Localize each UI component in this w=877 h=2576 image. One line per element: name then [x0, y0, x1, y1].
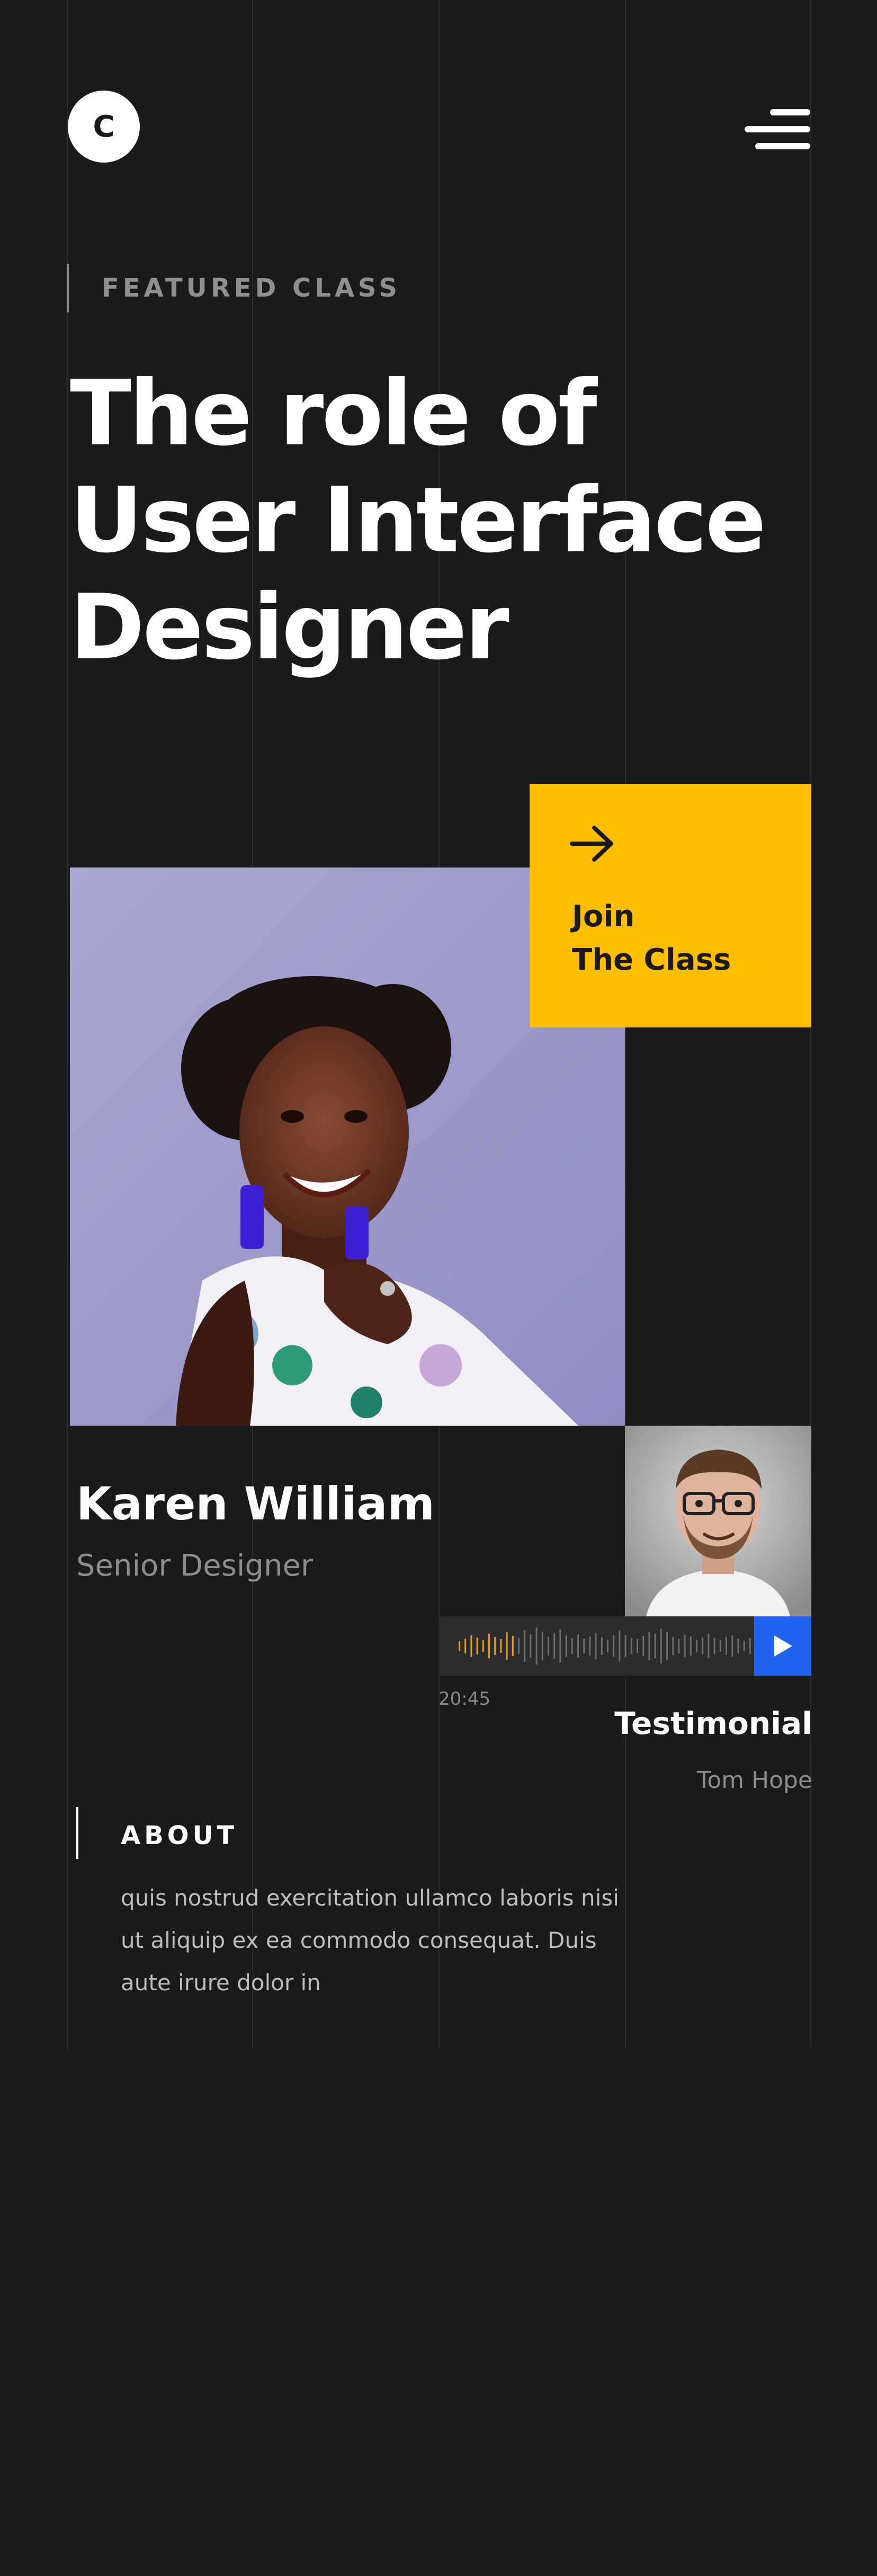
waveform-bar	[518, 1638, 520, 1654]
about-line: aute irure dolor in	[121, 1970, 321, 1996]
waveform-bar	[666, 1632, 668, 1660]
waveform-bar	[601, 1637, 603, 1655]
cta-label-line: The Class	[572, 943, 731, 977]
waveform-bar	[548, 1636, 549, 1656]
page: { "header": { "logo_text": "C", "menu_ic…	[0, 0, 877, 2576]
waveform-bar	[470, 1635, 472, 1657]
waveform-bar	[553, 1633, 556, 1659]
waveform-bar	[512, 1636, 514, 1656]
waveform-bar	[702, 1638, 704, 1654]
waveform-bar	[595, 1633, 597, 1659]
waveform-bar	[743, 1641, 745, 1651]
about-heading: ABOUT	[121, 1821, 238, 1850]
waveform-bar	[708, 1634, 710, 1658]
audio-player[interactable]	[438, 1616, 811, 1676]
waveform-bar	[565, 1635, 567, 1657]
title-line: User Interface	[70, 468, 766, 573]
audio-waveform[interactable]	[458, 1616, 754, 1676]
featured-class-label: FEATURED CLASS	[102, 273, 401, 303]
waveform-bar	[630, 1638, 632, 1654]
testimonial-heading: Testimonial	[614, 1705, 812, 1741]
join-class-label: Join The Class	[572, 895, 731, 982]
cta-label-line: Join	[572, 899, 635, 934]
waveform-bar	[713, 1638, 715, 1654]
waveform-bar	[494, 1637, 496, 1655]
arrow-right-icon	[570, 826, 613, 862]
waveform-bar	[500, 1639, 502, 1653]
play-button[interactable]	[754, 1616, 811, 1676]
waveform-bar	[654, 1634, 656, 1658]
waveform-bar	[607, 1640, 608, 1652]
instructor-role: Senior Designer	[76, 1549, 313, 1583]
waveform-bar	[613, 1635, 615, 1657]
logo[interactable]: C	[68, 91, 140, 163]
page-title: The role of User Interface Designer	[70, 360, 766, 681]
waveform-bar	[488, 1634, 490, 1658]
waveform-bar	[476, 1638, 478, 1654]
waveform-bar	[619, 1631, 621, 1661]
waveform-bar	[690, 1636, 692, 1656]
waveform-bar	[506, 1632, 508, 1660]
waveform-bar	[749, 1638, 751, 1654]
waveform-bar	[637, 1639, 638, 1653]
instructor-name: Karen William	[76, 1478, 435, 1531]
waveform-bar	[577, 1634, 579, 1658]
waveform-bar	[530, 1634, 532, 1658]
about-text: quis nostrud exercitation ullamco labori…	[121, 1877, 650, 2004]
logo-text: C	[93, 109, 115, 144]
eyebrow-divider	[67, 264, 69, 312]
about-line: ut aliquip ex ea commodo consequat. Duis	[121, 1927, 597, 1953]
waveform-bar	[524, 1630, 526, 1662]
waveform-bar	[624, 1635, 627, 1657]
waveform-bar	[482, 1640, 484, 1652]
title-line: The role of	[70, 361, 597, 466]
about-line: quis nostrud exercitation ullamco labori…	[121, 1885, 619, 1911]
hamburger-menu-icon[interactable]	[745, 109, 810, 151]
testimonial-avatar	[625, 1426, 811, 1616]
waveform-bar	[648, 1632, 650, 1660]
waveform-bar	[459, 1641, 460, 1651]
waveform-bar	[583, 1639, 585, 1653]
waveform-bar	[672, 1637, 674, 1655]
play-icon	[774, 1635, 792, 1657]
waveform-bar	[642, 1636, 645, 1656]
join-class-button[interactable]: Join The Class	[530, 784, 811, 1027]
waveform-bar	[684, 1635, 686, 1657]
waveform-bar	[660, 1629, 662, 1663]
waveform-bar	[535, 1627, 538, 1665]
about-divider	[76, 1807, 78, 1859]
waveform-bar	[719, 1640, 721, 1652]
waveform-bar	[696, 1640, 697, 1652]
waveform-bar	[726, 1637, 727, 1655]
waveform-bar	[737, 1639, 739, 1653]
waveform-bar	[541, 1632, 543, 1660]
waveform-bar	[464, 1639, 467, 1653]
waveform-bar	[678, 1639, 680, 1653]
waveform-bar	[571, 1638, 573, 1654]
waveform-bar	[589, 1636, 591, 1656]
testimonial-author: Tom Hope	[696, 1767, 812, 1794]
audio-time: 20:45	[438, 1688, 490, 1710]
waveform-bar	[731, 1635, 733, 1657]
title-line: Designer	[70, 575, 509, 680]
waveform-bar	[559, 1630, 561, 1662]
